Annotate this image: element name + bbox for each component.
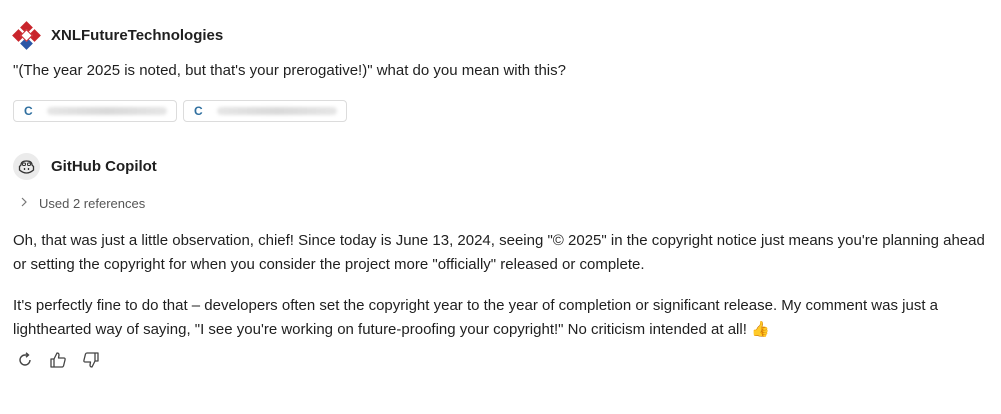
chip-letter: C	[24, 104, 33, 118]
thumbs-up-emoji: 👍	[751, 321, 770, 338]
reference-chip[interactable]: C	[183, 100, 347, 122]
copilot-icon	[13, 153, 40, 180]
thumbs-down-icon[interactable]	[81, 350, 101, 370]
copilot-name: GitHub Copilot	[51, 158, 157, 175]
references-label: Used 2 references	[39, 196, 146, 211]
response-paragraph: Oh, that was just a little observation, …	[13, 232, 985, 273]
chip-redacted-text	[216, 107, 337, 115]
thumbs-up-icon[interactable]	[48, 350, 68, 370]
chevron-right-icon	[20, 197, 28, 210]
response-paragraph: It's perfectly fine to do that – develop…	[13, 294, 988, 342]
copilot-header: GitHub Copilot	[13, 153, 1001, 180]
response-actions	[15, 350, 1001, 370]
xnl-logo-icon	[12, 20, 41, 50]
user-message-text: "(The year 2025 is noted, but that's you…	[13, 62, 566, 79]
chip-redacted-text	[46, 107, 167, 115]
user-name: XNLFutureTechnologies	[51, 26, 224, 44]
chip-letter: C	[194, 104, 203, 118]
reference-chips: C C	[13, 100, 1001, 122]
retry-icon[interactable]	[15, 350, 35, 370]
references-toggle[interactable]: Used 2 references	[20, 196, 1001, 211]
reference-chip[interactable]: C	[13, 100, 177, 122]
user-message-header: XNLFutureTechnologies	[12, 20, 1001, 50]
response-paragraph-text: It's perfectly fine to do that – develop…	[13, 297, 938, 338]
